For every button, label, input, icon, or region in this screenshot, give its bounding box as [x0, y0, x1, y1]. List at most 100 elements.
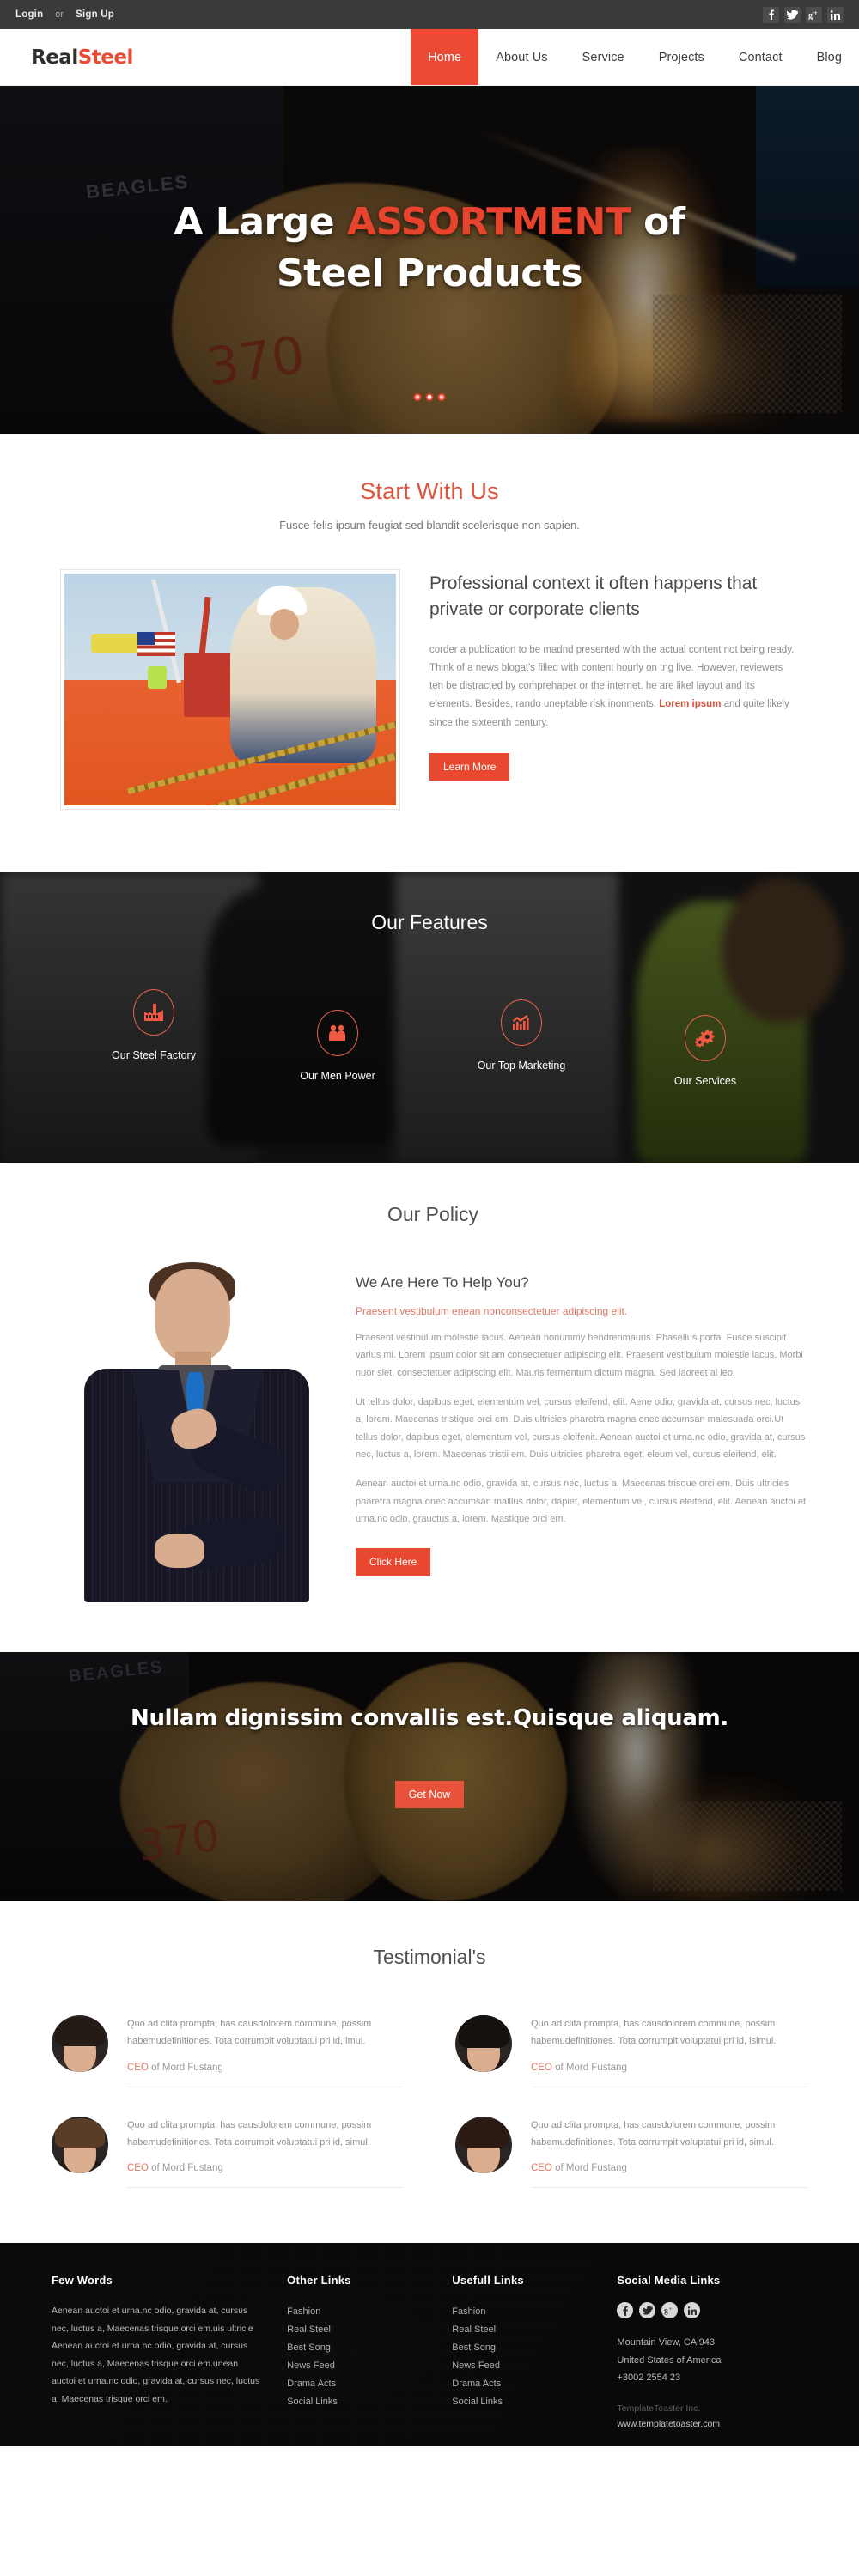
- main-navbar: RealSteel Home About Us Service Projects…: [0, 29, 859, 86]
- google-plus-icon[interactable]: g +: [661, 2302, 679, 2319]
- footer-heading: Few Words: [52, 2274, 113, 2287]
- footer-about-text: Aenean auctoi et urna.nc odio, gravida a…: [52, 2306, 260, 2404]
- feature-item-steel-factory[interactable]: Our Steel Factory: [62, 989, 246, 1061]
- policy-heading: We Are Here To Help You?: [356, 1274, 529, 1291]
- testimonials-grid: Quo ad clita prompta, has causdolorem co…: [52, 2007, 807, 2203]
- testimonial-card: Quo ad clita prompta, has causdolorem co…: [455, 2007, 807, 2103]
- nav-item-home[interactable]: Home: [411, 29, 479, 85]
- bar-chart-icon[interactable]: [501, 999, 542, 1046]
- get-now-button[interactable]: Get Now: [394, 1781, 465, 1808]
- top-utility-bar: Login or Sign Up g +: [0, 0, 859, 29]
- footer-link-social-links[interactable]: Social Links: [287, 2392, 428, 2410]
- hero-title: A Large ASSORTMENT of Steel Products: [174, 197, 685, 300]
- start-with-us-image: [60, 569, 400, 810]
- testimonial-card: Quo ad clita prompta, has causdolorem co…: [455, 2108, 807, 2204]
- footer-column-few-words: Few Words Aenean auctoi et urna.nc odio,…: [52, 2274, 263, 2429]
- gears-icon[interactable]: [685, 1015, 726, 1061]
- policy-lead-text: Praesent vestibulum enean nonconsectetue…: [356, 1305, 628, 1317]
- signup-link[interactable]: Sign Up: [76, 9, 114, 20]
- footer-link-news-feed[interactable]: News Feed: [287, 2356, 428, 2374]
- hero-title-part-2: of: [631, 199, 685, 244]
- login-link[interactable]: Login: [15, 9, 43, 20]
- nav-item-about-us[interactable]: About Us: [478, 29, 564, 85]
- svg-text:+: +: [813, 10, 818, 17]
- testimonial-author-name: of Mord Fustang: [148, 2163, 223, 2174]
- google-plus-icon[interactable]: g +: [806, 6, 822, 23]
- footer-link-real-steel[interactable]: Real Steel: [452, 2320, 593, 2338]
- footer-phone: +3002 2554 23: [617, 2372, 681, 2384]
- feature-label: Our Services: [673, 1075, 737, 1087]
- nav-item-service[interactable]: Service: [565, 29, 642, 85]
- nav-item-contact[interactable]: Contact: [722, 29, 800, 85]
- twitter-icon[interactable]: [784, 6, 801, 23]
- testimonial-text: Quo ad clita prompta, has causdolorem co…: [531, 2019, 777, 2047]
- testimonials-section: Testimonial's Quo ad clita prompta, has …: [0, 1901, 859, 2244]
- facebook-icon[interactable]: [617, 2302, 634, 2319]
- footer-link-list: Fashion Real Steel Best Song News Feed D…: [452, 2302, 593, 2410]
- footer-link-drama-acts[interactable]: Drama Acts: [287, 2374, 428, 2392]
- footer-heading: Social Media Links: [617, 2274, 721, 2287]
- start-with-us-paragraph: corder a publication to be madnd present…: [430, 641, 799, 732]
- footer-link-social-links[interactable]: Social Links: [452, 2392, 593, 2410]
- testimonial-role: CEO: [127, 2163, 149, 2174]
- footer-address-line-2: United States of America: [617, 2354, 722, 2366]
- twitter-icon[interactable]: [639, 2302, 656, 2319]
- avatar: [455, 2015, 512, 2072]
- testimonial-role: CEO: [127, 2062, 149, 2073]
- avatar: [52, 2015, 108, 2072]
- footer-link-best-song[interactable]: Best Song: [287, 2338, 428, 2356]
- testimonial-role: CEO: [531, 2163, 552, 2174]
- feature-item-men-power[interactable]: Our Men Power: [246, 1010, 430, 1082]
- feature-item-services[interactable]: Our Services: [613, 1015, 797, 1087]
- feature-item-top-marketing[interactable]: Our Top Marketing: [430, 999, 613, 1072]
- avatar: [455, 2116, 512, 2173]
- footer-company-name: TemplateToaster Inc.: [617, 2403, 701, 2415]
- testimonial-role: CEO: [531, 2062, 552, 2073]
- start-with-us-heading: Professional context it often happens th…: [430, 574, 758, 619]
- svg-text:g: g: [808, 11, 813, 20]
- facebook-icon[interactable]: [763, 6, 779, 23]
- section-subtitle-start-with-us: Fusce felis ipsum feugiat sed blandit sc…: [279, 519, 580, 532]
- logo-part-1: Real: [31, 46, 78, 69]
- section-title-start-with-us: Start With Us: [360, 478, 499, 504]
- footer-link-best-song[interactable]: Best Song: [452, 2338, 593, 2356]
- footer-website[interactable]: www.templatetoaster.com: [617, 2419, 807, 2429]
- people-icon[interactable]: [317, 1010, 358, 1056]
- nav-item-blog[interactable]: Blog: [800, 29, 859, 85]
- or-separator: or: [55, 9, 64, 20]
- logo-part-2: Steel: [77, 46, 134, 69]
- landing-page: Login or Sign Up g + RealSteel Home Abou…: [0, 0, 859, 2447]
- testimonial-text: Quo ad clita prompta, has causdolorem co…: [127, 2019, 372, 2047]
- hero-slide-dot-3[interactable]: [437, 393, 446, 401]
- hero-title-part-1: A Large: [174, 199, 347, 244]
- section-title-testimonials: Testimonial's: [373, 1946, 486, 1968]
- linkedin-icon[interactable]: [684, 2302, 701, 2319]
- footer-link-news-feed[interactable]: News Feed: [452, 2356, 593, 2374]
- footer-link-fashion[interactable]: Fashion: [452, 2302, 593, 2320]
- start-with-us-section: Start With Us Fusce felis ipsum feugiat …: [0, 434, 859, 872]
- footer-link-list: Fashion Real Steel Best Song News Feed D…: [287, 2302, 428, 2410]
- hero-slider: BEAGLES 370 A Large ASSORTMENT of Steel …: [0, 86, 859, 434]
- policy-paragraph-3: Aenean auctoi et urna.nc odio, gravida a…: [356, 1479, 807, 1525]
- feature-label: Our Top Marketing: [477, 1060, 566, 1072]
- learn-more-button[interactable]: Learn More: [430, 752, 510, 781]
- hero-slide-dot-2[interactable]: [425, 393, 434, 401]
- hero-slide-indicators: [413, 393, 446, 401]
- testimonial-author-name: of Mord Fustang: [551, 2062, 627, 2073]
- testimonial-author: CEO of Mord Fustang: [127, 2063, 404, 2073]
- hero-slide-dot-1[interactable]: [413, 393, 422, 401]
- footer-link-fashion[interactable]: Fashion: [287, 2302, 428, 2320]
- topbar-social-links: g +: [763, 6, 844, 23]
- footer-heading: Usefull Links: [452, 2274, 524, 2287]
- nav-item-projects[interactable]: Projects: [642, 29, 722, 85]
- factory-icon[interactable]: [133, 989, 174, 1036]
- footer-link-real-steel[interactable]: Real Steel: [287, 2320, 428, 2338]
- testimonial-card: Quo ad clita prompta, has causdolorem co…: [52, 2007, 404, 2103]
- logo[interactable]: RealSteel: [0, 29, 258, 85]
- click-here-button[interactable]: Click Here: [356, 1548, 431, 1577]
- testimonial-author: CEO of Mord Fustang: [531, 2163, 807, 2173]
- hero-title-line-2: Steel Products: [276, 251, 583, 295]
- policy-person-image: [52, 1262, 335, 1606]
- footer-link-drama-acts[interactable]: Drama Acts: [452, 2374, 593, 2392]
- linkedin-icon[interactable]: [827, 6, 844, 23]
